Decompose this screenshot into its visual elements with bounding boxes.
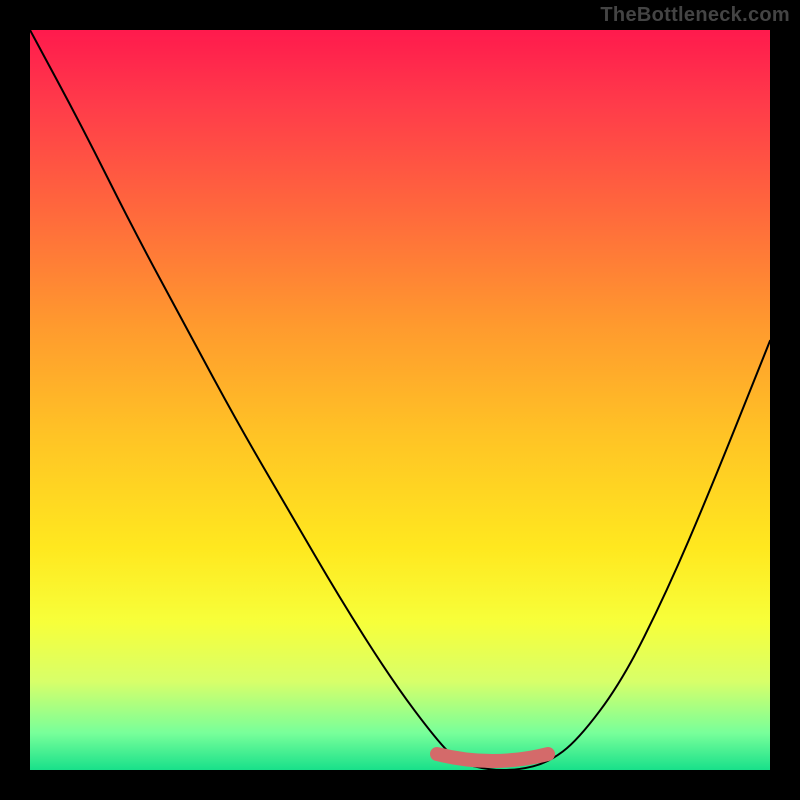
chart-frame: TheBottleneck.com xyxy=(0,0,800,800)
gradient-plot-area xyxy=(30,30,770,770)
watermark-text: TheBottleneck.com xyxy=(600,4,790,27)
bottleneck-curve-svg xyxy=(30,30,770,770)
optimal-zone-marker xyxy=(437,754,548,761)
bottleneck-curve-path xyxy=(30,30,770,770)
